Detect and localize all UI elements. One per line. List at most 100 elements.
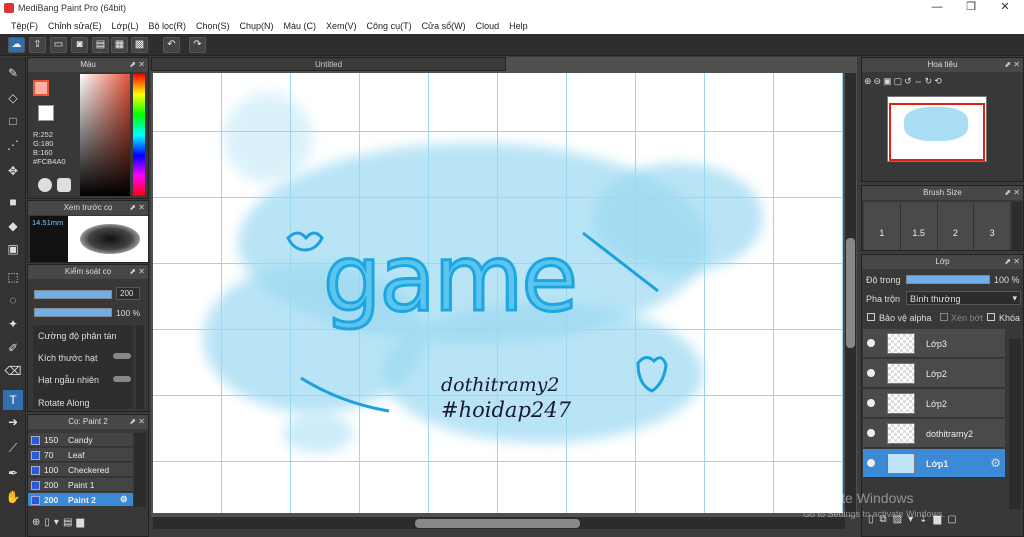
brush-menu-icon[interactable]: ▾ <box>54 517 59 528</box>
select-eraser-icon[interactable]: ⌫ <box>3 361 23 381</box>
saturation-value-picker[interactable] <box>80 74 130 196</box>
panel-icon[interactable]: ▦ <box>111 37 128 53</box>
layer-scrollbar[interactable] <box>1009 339 1021 509</box>
brush-item[interactable]: 100 Checkered <box>28 463 133 477</box>
layer-row[interactable]: Lớp2 <box>863 359 1005 388</box>
redo-icon[interactable]: ↷ <box>189 37 206 53</box>
new-brush-icon[interactable]: ▯ <box>44 517 50 528</box>
eyedropper-icon[interactable]: ✒ <box>3 463 23 483</box>
edit-brush-icon[interactable]: ▤ <box>63 517 72 528</box>
protect-alpha-checkbox[interactable] <box>867 313 875 321</box>
visibility-icon[interactable] <box>867 399 875 407</box>
menu-file[interactable]: Tệp(F) <box>6 21 43 31</box>
maximize-button[interactable]: ❐ <box>954 0 988 17</box>
menu-tools[interactable]: Công cụ(T) <box>362 21 417 31</box>
reset-icon[interactable]: ⟲ <box>934 76 942 92</box>
brush-size-slider[interactable] <box>34 290 112 299</box>
brush-item-selected[interactable]: 200 Paint 2 ⚙ <box>28 493 133 507</box>
page-icon[interactable]: ▤ <box>92 37 109 53</box>
brush-control-scrollbar[interactable] <box>136 325 144 409</box>
layer-row[interactable]: Lớp2 <box>863 389 1005 418</box>
text-bubble-icon[interactable]: ◙ <box>71 37 88 53</box>
eraser-tool-icon[interactable]: ◇ <box>3 88 23 108</box>
fit-icon[interactable]: ▣ <box>883 76 892 92</box>
menu-window[interactable]: Cửa sổ(W) <box>417 21 471 31</box>
menu-color[interactable]: Màu (C) <box>279 21 322 31</box>
visibility-icon[interactable] <box>867 429 875 437</box>
menu-view[interactable]: Xem(V) <box>321 21 362 31</box>
document-tab[interactable]: Untitled <box>151 57 506 71</box>
grid-icon[interactable]: ▩ <box>131 37 148 53</box>
add-brush-icon[interactable]: ⊕ <box>32 517 40 528</box>
lasso-tool-icon[interactable]: ◌ <box>3 290 23 310</box>
layer-row[interactable]: dothitramy2 <box>863 419 1005 448</box>
menu-help[interactable]: Help <box>504 21 533 31</box>
brush-item[interactable]: 200 Paint 1 <box>28 478 133 492</box>
brush-size-scrollbar[interactable] <box>1012 202 1022 250</box>
visibility-icon[interactable] <box>867 459 875 467</box>
bucket-tool-icon[interactable]: ◆ <box>3 216 23 236</box>
brush-tool-icon[interactable]: ✎ <box>3 63 23 83</box>
menu-edit[interactable]: Chỉnh sửa(E) <box>43 21 107 31</box>
brush-opacity-slider[interactable] <box>34 308 112 317</box>
brush-item[interactable]: 70 Leaf <box>28 448 133 462</box>
rotate-left-icon[interactable]: ↺ <box>904 76 912 92</box>
layer-opacity-slider[interactable] <box>906 275 990 284</box>
random-particle-toggle[interactable] <box>113 376 131 382</box>
drawing-canvas[interactable]: game dothitramy2 #hoidap247 <box>153 73 843 513</box>
rotate-right-icon[interactable]: ↻ <box>925 76 933 92</box>
layer-row-selected[interactable]: Lớp1 ⚙ <box>863 449 1005 478</box>
menu-filter[interactable]: Bộ lọc(R) <box>143 21 191 31</box>
move-tool-icon[interactable]: ✥ <box>3 161 23 181</box>
brush-size-option[interactable]: 1 <box>864 202 901 250</box>
menu-layer[interactable]: Lớp(L) <box>107 21 144 31</box>
magic-wand-icon[interactable]: ✦ <box>3 314 23 334</box>
undo-icon[interactable]: ↶ <box>163 37 180 53</box>
folder-icon[interactable]: ▆ <box>76 517 84 528</box>
clipping-checkbox[interactable] <box>940 313 948 321</box>
canvas-hscrollbar[interactable] <box>153 517 845 529</box>
brush-size-value[interactable]: 200 <box>116 287 140 300</box>
dot-tool-icon[interactable]: ⋰ <box>3 135 23 155</box>
swatch-icon[interactable] <box>57 178 71 192</box>
background-color-swatch[interactable] <box>38 105 54 121</box>
brush-size-option[interactable]: 1.5 <box>901 202 938 250</box>
visibility-icon[interactable] <box>867 339 875 347</box>
select-tool-icon[interactable]: ⬚ <box>3 267 23 287</box>
canvas-vscrollbar[interactable] <box>845 73 856 515</box>
text-tool-icon[interactable]: T <box>3 390 23 410</box>
comment-icon[interactable]: ▭ <box>50 37 67 53</box>
gear-icon[interactable]: ⚙ <box>990 456 1001 470</box>
zoom-in-icon[interactable]: ⊕ <box>864 76 872 92</box>
palette-icon[interactable] <box>38 178 52 192</box>
select-pen-icon[interactable]: ✐ <box>3 338 23 358</box>
layer-row[interactable]: Lớp3 <box>863 329 1005 358</box>
divide-tool-icon[interactable]: ⟋ <box>3 438 23 458</box>
brush-size-option[interactable]: 3 <box>974 202 1010 250</box>
menu-capture[interactable]: Chụp(N) <box>235 21 279 31</box>
brush-item[interactable]: 150 Candy <box>28 433 133 447</box>
hue-slider[interactable] <box>133 74 145 196</box>
hand-tool-icon[interactable]: ✋ <box>3 487 23 507</box>
brush-size-option[interactable]: 2 <box>938 202 975 250</box>
share-icon[interactable]: ⇪ <box>29 37 46 53</box>
blend-mode-select[interactable]: Bình thường ▾ <box>906 291 1021 305</box>
brush-list-scrollbar[interactable] <box>134 433 146 507</box>
menu-select[interactable]: Chọn(S) <box>191 21 235 31</box>
minimize-button[interactable]: — <box>920 0 954 17</box>
fill-rect-icon[interactable]: ■ <box>3 192 23 212</box>
navigator-thumbnail[interactable] <box>887 96 987 162</box>
visibility-icon[interactable] <box>867 369 875 377</box>
particle-size-toggle[interactable] <box>113 353 131 359</box>
shape-tool-icon[interactable]: □ <box>3 111 23 131</box>
cloud-icon[interactable]: ☁ <box>8 37 25 53</box>
lock-checkbox[interactable] <box>987 313 995 321</box>
flip-icon[interactable]: ⇔ <box>914 76 923 92</box>
menu-cloud[interactable]: Cloud <box>471 21 505 31</box>
foreground-color-swatch[interactable] <box>33 80 49 96</box>
zoom-out-icon[interactable]: ⊖ <box>874 76 882 92</box>
gradient-tool-icon[interactable]: ▣ <box>3 239 23 259</box>
operation-tool-icon[interactable]: ➜ <box>3 412 23 432</box>
gear-icon[interactable]: ⚙ <box>120 494 128 505</box>
close-button[interactable]: ✕ <box>988 0 1022 17</box>
